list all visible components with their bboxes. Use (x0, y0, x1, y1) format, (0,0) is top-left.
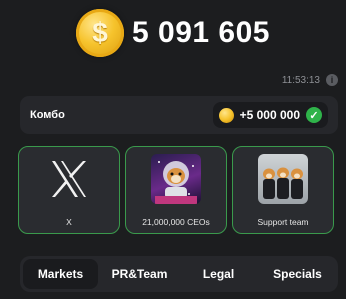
category-tabs: Markets PR&Team Legal Specials (20, 256, 338, 292)
card-caption: 21,000,000 CEOs (142, 217, 210, 227)
coin-icon (218, 107, 234, 123)
tab-legal[interactable]: Legal (181, 259, 256, 289)
balance-value: 5 091 605 (132, 16, 270, 49)
dollar-coin-icon: $ (76, 9, 125, 57)
balance-display: $ 5 091 605 (0, 6, 346, 60)
check-icon: ✓ (306, 107, 322, 123)
card-caption: Support team (257, 217, 309, 227)
timer-row: 11:53:13 i (282, 72, 338, 88)
combo-card-ceos[interactable]: 21,000,000 CEOs (125, 146, 227, 234)
info-icon[interactable]: i (326, 74, 338, 86)
combo-timer: 11:53:13 (281, 74, 320, 86)
combo-reward-value: +5 000 000 (239, 108, 300, 122)
tab-pr-team[interactable]: PR&Team (102, 259, 177, 289)
combo-card-support-team[interactable]: Support team (232, 146, 334, 234)
daily-combo-bar[interactable]: Комбо +5 000 000 ✓ (20, 96, 338, 134)
card-caption: X (66, 217, 72, 227)
tab-specials[interactable]: Specials (260, 259, 335, 289)
x-logo-icon (44, 154, 94, 204)
combo-reward: +5 000 000 ✓ (212, 102, 328, 128)
hamster-team-icon (258, 154, 308, 204)
tab-markets[interactable]: Markets (23, 259, 98, 289)
astronaut-hamster-icon (151, 154, 201, 204)
combo-cards: X 21,000,000 CEOs Support team (18, 146, 334, 234)
combo-label: Комбо (30, 109, 65, 121)
combo-card-x[interactable]: X (18, 146, 120, 234)
